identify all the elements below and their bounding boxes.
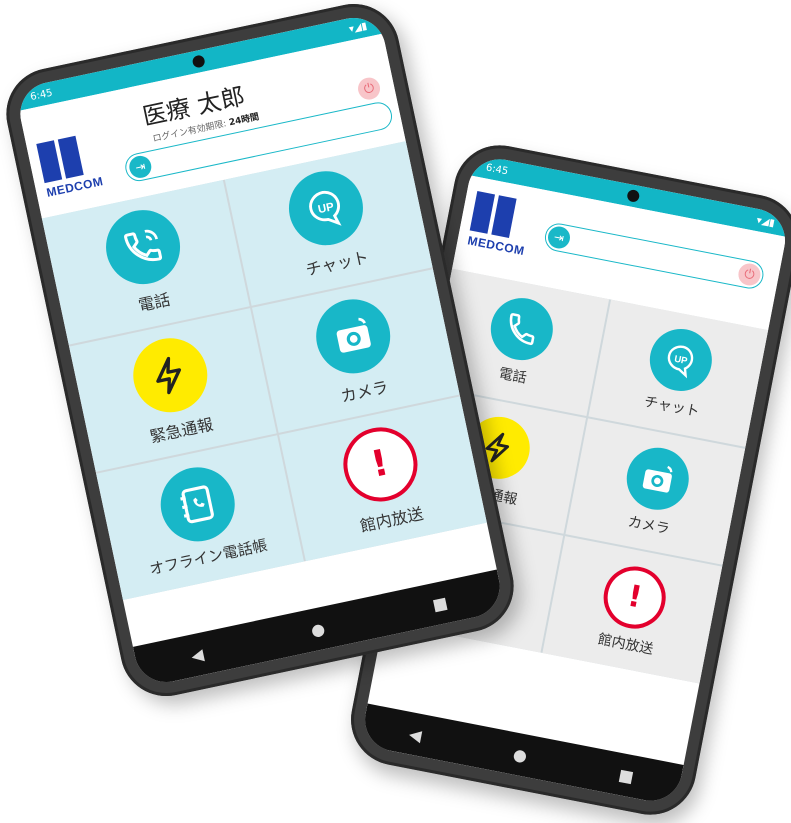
tile-chat-label: チャット <box>642 394 701 421</box>
exclamation-icon: ! <box>598 560 672 634</box>
tile-broadcast-label: 館内放送 <box>358 503 425 536</box>
phone-icon <box>485 293 559 366</box>
tile-phone-label: 電話 <box>497 365 528 388</box>
exclamation-icon: ! <box>335 420 424 509</box>
svg-text:UP: UP <box>673 354 689 367</box>
back-icon[interactable]: ◀ <box>189 644 205 665</box>
home-icon[interactable]: ● <box>309 618 327 639</box>
address-book-icon <box>153 460 242 549</box>
tile-chat-label: チャット <box>304 247 371 280</box>
tile-camera-label: カメラ <box>626 514 671 538</box>
status-icons: ▾◢▮ <box>347 20 369 35</box>
recent-apps-icon[interactable]: ■ <box>617 764 635 786</box>
tile-emergency-label: 緊急通報 <box>148 414 215 447</box>
status-time: 6:45 <box>484 161 510 177</box>
camera-icon <box>308 292 397 381</box>
tile-broadcast-label: 館内放送 <box>596 631 655 658</box>
phone-front: 6:45 ▾◢▮ 医療 太郎 ログイン有効期限: 24時間 MEDCOM ⇥ ⏻ <box>0 0 523 705</box>
tile-offline-book-label: オフライン電話帳 <box>147 536 270 579</box>
chat-icon: UP <box>281 164 370 253</box>
medcom-logo: MEDCOM <box>36 129 118 206</box>
status-icons: ▾◢▮ <box>755 214 776 229</box>
session-bar <box>542 221 766 291</box>
login-expiry-value: 24時間 <box>228 112 261 129</box>
medcom-logo: MEDCOM <box>465 191 546 267</box>
phone-front-screen: 6:45 ▾◢▮ 医療 太郎 ログイン有効期限: 24時間 MEDCOM ⇥ ⏻ <box>14 12 506 688</box>
tile-phone-label: 電話 <box>136 290 172 316</box>
power-icon[interactable]: ⏻ <box>355 75 383 102</box>
status-time: 6:45 <box>29 87 54 103</box>
svg-text:UP: UP <box>317 201 335 216</box>
tile-camera-label: カメラ <box>338 377 390 406</box>
chat-icon: UP <box>644 323 718 397</box>
lightning-icon <box>125 331 214 420</box>
menu-grid: 電話 UP チャット 緊急通報 カメラ <box>41 141 487 600</box>
phone-icon <box>98 203 187 292</box>
home-icon[interactable]: ● <box>512 744 529 765</box>
camera-icon <box>621 442 695 516</box>
back-icon[interactable]: ◀ <box>408 724 424 745</box>
nav-bar: ◀ ● ■ <box>359 703 684 807</box>
recent-apps-icon[interactable]: ■ <box>431 592 450 614</box>
